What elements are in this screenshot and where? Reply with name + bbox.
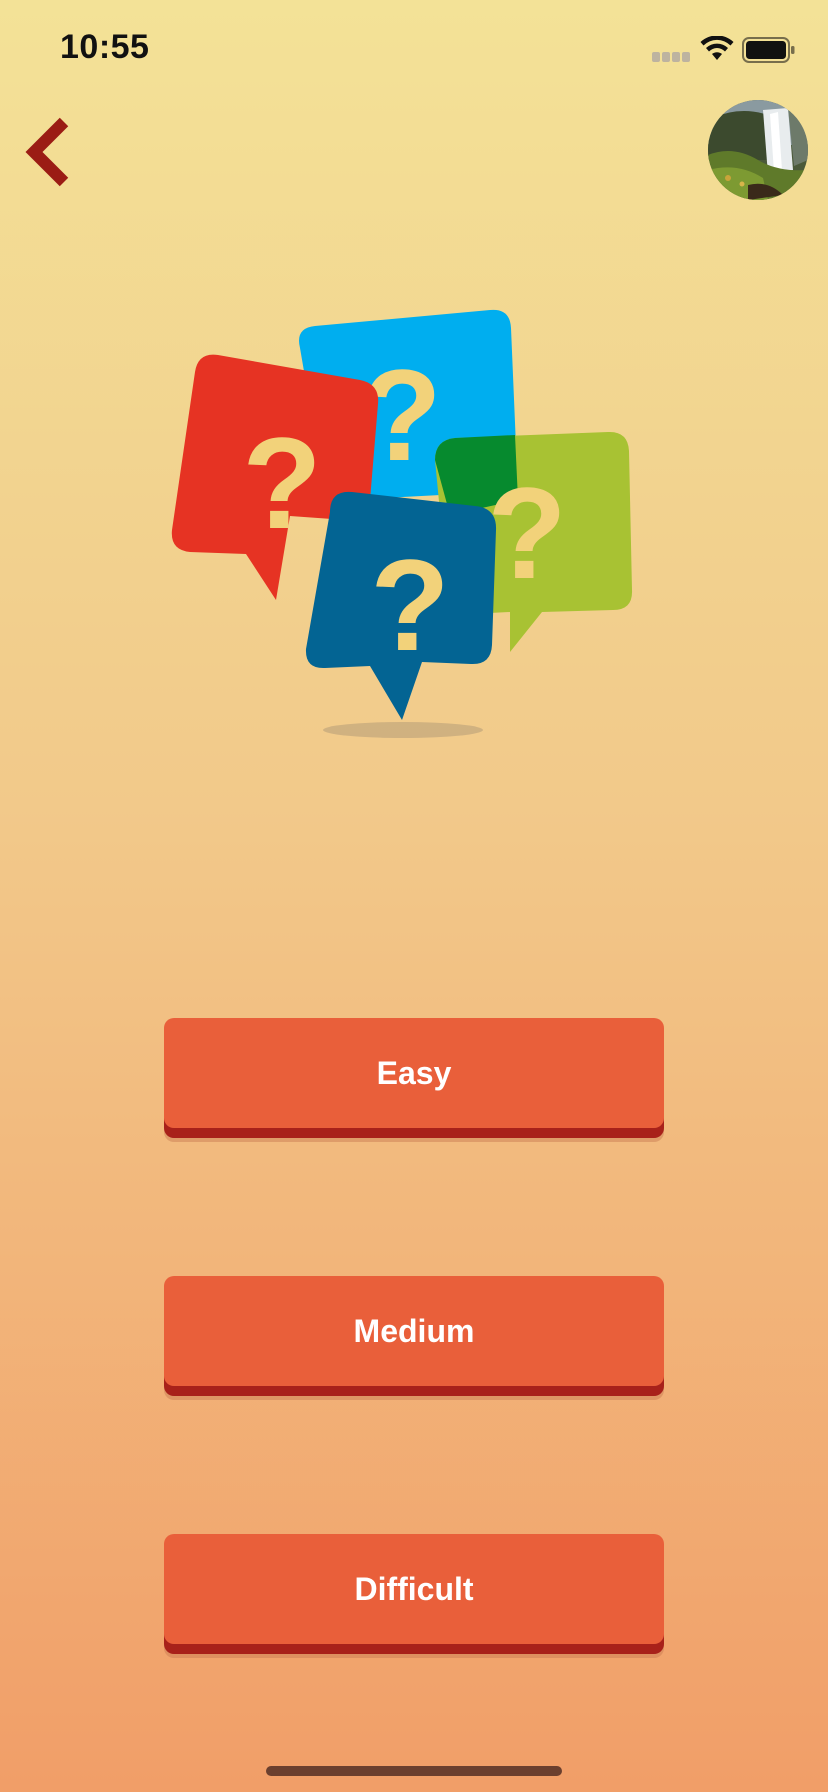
chevron-left-icon	[25, 117, 69, 187]
waterfall-landscape-avatar	[708, 100, 808, 200]
svg-text:?: ?	[242, 410, 321, 556]
difficulty-select-screen: 10:55 ? ? ? ? Easy Medium Difficult	[0, 0, 828, 1792]
battery-icon	[742, 37, 795, 63]
cellular-signal-icon	[652, 52, 690, 62]
svg-text:?: ?	[370, 532, 449, 678]
status-time: 10:55	[60, 28, 150, 66]
question-bubbles-illustration: ? ? ? ?	[171, 309, 633, 738]
difficult-button[interactable]: Difficult	[164, 1534, 664, 1644]
easy-button[interactable]: Easy	[164, 1018, 664, 1128]
medium-button[interactable]: Medium	[164, 1276, 664, 1386]
avatar[interactable]	[708, 100, 808, 200]
dark-blue-question-bubble: ?	[305, 491, 497, 720]
back-button[interactable]	[18, 112, 82, 192]
svg-text:?: ?	[487, 460, 566, 606]
status-bar: 10:55	[0, 0, 828, 100]
wifi-icon	[700, 36, 734, 60]
home-indicator[interactable]	[266, 1766, 562, 1776]
